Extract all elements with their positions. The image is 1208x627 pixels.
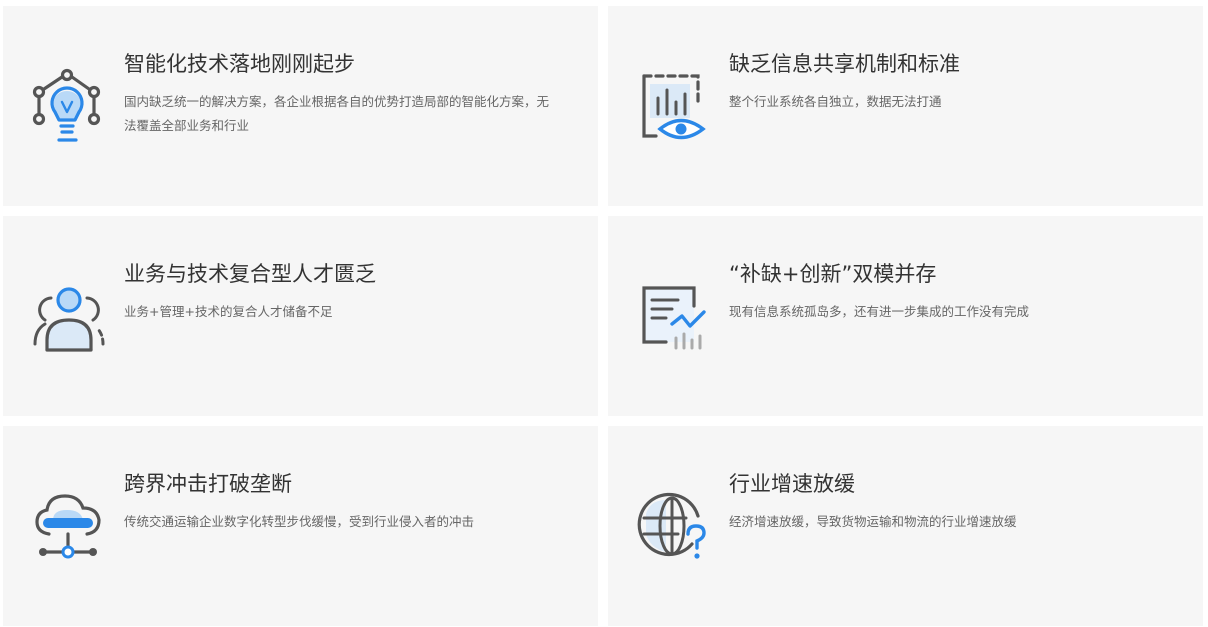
- chart-eye-icon: [636, 66, 712, 146]
- card-description: 传统交通运输企业数字化转型步伐缓慢，受到行业侵入者的冲击: [124, 514, 475, 529]
- cloud-network-icon: [31, 486, 107, 566]
- card-title: 行业增速放缓: [729, 472, 855, 496]
- card-dual-mode: “补缺+创新”双模并存 现有信息系统孤岛多，还有进一步集成的工作没有完成: [608, 216, 1203, 416]
- globe-question-icon: [636, 486, 712, 566]
- card-title: 缺乏信息共享机制和标准: [729, 52, 960, 76]
- card-intelligence: 智能化技术落地刚刚起步 国内缺乏统一的解决方案，各企业根据各自的优势打造局部的智…: [3, 6, 598, 206]
- card-description: 国内缺乏统一的解决方案，各企业根据各自的优势打造局部的智能化方案，无法覆盖全部业…: [124, 94, 550, 133]
- lightbulb-network-icon: [31, 66, 107, 146]
- card-description: 业务+管理+技术的复合人才储备不足: [124, 304, 333, 319]
- card-talent: 业务与技术复合型人才匮乏 业务+管理+技术的复合人才储备不足: [3, 216, 598, 416]
- card-cross-industry: 跨界冲击打破垄断 传统交通运输企业数字化转型步伐缓慢，受到行业侵入者的冲击: [3, 426, 598, 626]
- card-title: 跨界冲击打破垄断: [124, 472, 292, 496]
- card-description: 现有信息系统孤岛多，还有进一步集成的工作没有完成: [729, 304, 1030, 319]
- card-title: 智能化技术落地刚刚起步: [124, 52, 355, 76]
- card-title: 业务与技术复合型人才匮乏: [124, 262, 376, 286]
- card-info-sharing: 缺乏信息共享机制和标准 整个行业系统各自独立，数据无法打通: [608, 6, 1203, 206]
- card-description: 整个行业系统各自独立，数据无法打通: [729, 94, 942, 109]
- card-title: “补缺+创新”双模并存: [729, 262, 937, 286]
- card-description: 经济增速放缓，导致货物运输和物流的行业增速放缓: [729, 514, 1017, 529]
- report-trend-icon: [636, 276, 712, 356]
- card-growth-slowdown: 行业增速放缓 经济增速放缓，导致货物运输和物流的行业增速放缓: [608, 426, 1203, 626]
- user-team-icon: [31, 276, 107, 356]
- problem-cards-grid: 智能化技术落地刚刚起步 国内缺乏统一的解决方案，各企业根据各自的优势打造局部的智…: [0, 0, 1208, 627]
